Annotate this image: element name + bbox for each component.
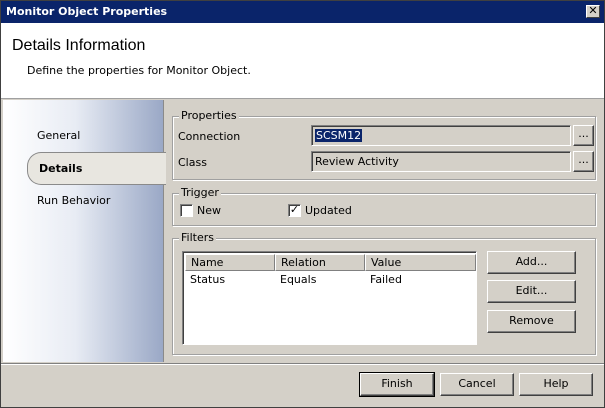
- remove-filter-button[interactable]: Remove: [487, 310, 576, 333]
- properties-group-label: Properties: [179, 109, 239, 122]
- filters-list-header: Name Relation Value: [185, 254, 476, 271]
- sidebar-item-run-behavior[interactable]: Run Behavior: [37, 194, 110, 207]
- help-button[interactable]: Help: [519, 373, 593, 396]
- class-browse-button[interactable]: ...: [573, 151, 594, 172]
- dialog-window: Monitor Object Properties ✕ Details Info…: [0, 0, 605, 408]
- close-button[interactable]: ✕: [586, 5, 600, 18]
- connection-browse-button[interactable]: ...: [573, 125, 594, 146]
- new-checkbox[interactable]: [180, 204, 193, 217]
- column-header-value[interactable]: Value: [365, 254, 476, 271]
- edit-filter-button[interactable]: Edit...: [487, 280, 576, 303]
- footer-divider: [1, 363, 604, 365]
- page-title: Details Information: [12, 37, 146, 54]
- filters-list[interactable]: Name Relation Value Status Equals Failed: [182, 251, 477, 345]
- row-value-cell: Failed: [370, 273, 402, 286]
- sidebar-item-label: Run Behavior: [37, 194, 111, 207]
- add-filter-button[interactable]: Add...: [487, 251, 576, 274]
- sidebar-item-label: Details: [39, 162, 83, 175]
- class-value: Review Activity: [315, 155, 399, 168]
- connection-label: Connection: [178, 130, 241, 143]
- connection-field[interactable]: SCSM12: [311, 125, 571, 146]
- class-field[interactable]: Review Activity: [311, 151, 571, 172]
- sidebar-item-label: General: [37, 129, 81, 142]
- column-header-relation[interactable]: Relation: [275, 254, 365, 271]
- close-icon: ✕: [588, 4, 598, 17]
- class-label: Class: [178, 156, 207, 169]
- sidebar-item-details[interactable]: Details: [27, 152, 166, 185]
- sidebar: General Details Run Behavior: [3, 100, 166, 362]
- row-name-cell: Status: [190, 273, 226, 286]
- trigger-group: Trigger: [172, 186, 596, 226]
- header-panel: Details Information Define the propertie…: [1, 23, 604, 99]
- ellipsis-icon: ...: [578, 153, 589, 166]
- connection-value: SCSM12: [315, 129, 363, 142]
- row-relation-cell: Equals: [280, 273, 317, 286]
- updated-checkbox-label: Updated: [305, 204, 352, 217]
- updated-checkbox[interactable]: ✓: [288, 204, 301, 217]
- sidebar-item-general[interactable]: General: [37, 129, 80, 142]
- window-title: Monitor Object Properties: [6, 5, 168, 18]
- checkmark-icon: ✓: [289, 203, 300, 216]
- page-subtitle: Define the properties for Monitor Object…: [27, 64, 251, 77]
- ellipsis-icon: ...: [578, 127, 589, 140]
- new-checkbox-label: New: [197, 204, 221, 217]
- title-bar: Monitor Object Properties ✕: [1, 1, 604, 23]
- cancel-button[interactable]: Cancel: [440, 373, 514, 396]
- trigger-group-label: Trigger: [179, 186, 221, 199]
- column-header-name[interactable]: Name: [185, 254, 275, 271]
- filters-group-label: Filters: [179, 231, 216, 244]
- finish-button[interactable]: Finish: [359, 372, 435, 397]
